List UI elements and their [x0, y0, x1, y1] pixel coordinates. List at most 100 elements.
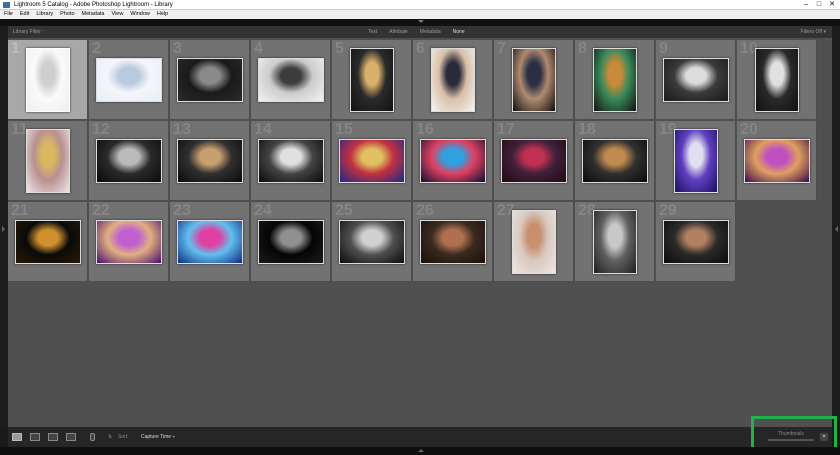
filter-options: Text Attribute Metadata None: [368, 26, 465, 38]
photo-thumbnail[interactable]: [674, 129, 718, 193]
window-title: Lightroom 5 Catalog - Adobe Photoshop Li…: [14, 2, 173, 8]
window-controls: – □ ✕: [800, 0, 838, 10]
photo-thumbnail[interactable]: [258, 58, 324, 102]
photo-index-number: 23: [173, 202, 191, 219]
photo-cell[interactable]: 10: [737, 40, 817, 120]
photo-grid-area[interactable]: 1 2 3 4 5 6 7 8 9 10 11 12 13 14 15 16 17 18 19 20 21 22 23 24 2…: [8, 38, 832, 427]
photo-thumbnail[interactable]: [96, 139, 162, 183]
compare-view-icon[interactable]: [48, 433, 58, 441]
photo-cell[interactable]: 4: [251, 40, 331, 120]
photo-cell[interactable]: 21: [8, 202, 88, 282]
expand-filmstrip-icon[interactable]: [418, 449, 424, 452]
expand-right-panel-icon[interactable]: [835, 226, 838, 232]
photo-thumbnail[interactable]: [663, 58, 729, 102]
menu-metadata[interactable]: Metadata: [82, 10, 105, 19]
filter-metadata[interactable]: Metadata: [420, 26, 441, 38]
photo-thumbnail[interactable]: [501, 139, 567, 183]
filter-attribute[interactable]: Attribute: [389, 26, 408, 38]
photo-thumbnail[interactable]: [96, 220, 162, 264]
photo-cell[interactable]: 1: [8, 40, 88, 120]
bottom-toolbar: ⇅ Sort: Capture Time ÷ Thumbnails ▾: [8, 427, 832, 455]
menu-library[interactable]: Library: [36, 10, 53, 19]
photo-thumbnail[interactable]: [177, 139, 243, 183]
photo-thumbnail[interactable]: [744, 139, 810, 183]
photo-cell[interactable]: 16: [413, 121, 493, 201]
expand-left-panel-icon[interactable]: [2, 226, 5, 232]
photo-cell[interactable]: 24: [251, 202, 331, 282]
menu-edit[interactable]: Edit: [20, 10, 29, 19]
photo-cell[interactable]: 14: [251, 121, 331, 201]
photo-cell[interactable]: 25: [332, 202, 412, 282]
photo-cell[interactable]: 27: [494, 202, 574, 282]
photo-thumbnail[interactable]: [26, 48, 70, 112]
survey-view-icon[interactable]: [66, 433, 76, 441]
photo-thumbnail[interactable]: [339, 220, 405, 264]
photo-cell[interactable]: 6: [413, 40, 493, 120]
photo-thumbnail[interactable]: [431, 48, 475, 112]
photo-cell[interactable]: 9: [656, 40, 736, 120]
right-panel-toggle-strip[interactable]: [832, 26, 840, 427]
photo-cell[interactable]: 17: [494, 121, 574, 201]
close-button[interactable]: ✕: [826, 0, 838, 9]
photo-thumbnail[interactable]: [339, 139, 405, 183]
photo-cell[interactable]: 7: [494, 40, 574, 120]
filter-none[interactable]: None: [453, 26, 465, 38]
filter-preset-dropdown[interactable]: Filters Off ▾: [801, 26, 826, 38]
loupe-view-icon[interactable]: [30, 433, 40, 441]
photo-index-number: 8: [578, 40, 587, 57]
photo-cell[interactable]: 2: [89, 40, 169, 120]
photo-cell[interactable]: 18: [575, 121, 655, 201]
photo-index-number: 18: [578, 121, 596, 138]
photo-thumbnail[interactable]: [96, 58, 162, 102]
photo-cell[interactable]: 3: [170, 40, 250, 120]
photo-index-number: 9: [659, 40, 668, 57]
photo-thumbnail[interactable]: [593, 210, 637, 274]
photo-thumbnail[interactable]: [258, 139, 324, 183]
menu-file[interactable]: File: [4, 10, 13, 19]
photo-cell[interactable]: 20: [737, 121, 817, 201]
photo-cell[interactable]: 15: [332, 121, 412, 201]
grid-view-icon[interactable]: [12, 433, 22, 441]
filter-text[interactable]: Text: [368, 26, 377, 38]
sort-direction-icon[interactable]: ⇅: [108, 433, 112, 441]
photo-thumbnail[interactable]: [420, 220, 486, 264]
photo-cell[interactable]: 29: [656, 202, 736, 282]
photo-cell[interactable]: 13: [170, 121, 250, 201]
photo-cell[interactable]: 26: [413, 202, 493, 282]
photo-thumbnail[interactable]: [593, 48, 637, 112]
photo-thumbnail[interactable]: [582, 139, 648, 183]
photo-thumbnail[interactable]: [663, 220, 729, 264]
photo-cell[interactable]: 22: [89, 202, 169, 282]
photo-cell[interactable]: 12: [89, 121, 169, 201]
photo-cell[interactable]: 23: [170, 202, 250, 282]
lightroom-app-icon: [3, 2, 10, 8]
minimize-button[interactable]: –: [800, 0, 812, 9]
filmstrip-toggle-strip[interactable]: [0, 447, 840, 455]
menu-photo[interactable]: Photo: [60, 10, 74, 19]
photo-cell[interactable]: 11: [8, 121, 88, 201]
photo-thumbnail[interactable]: [258, 220, 324, 264]
photo-thumbnail[interactable]: [15, 220, 81, 264]
sort-value-dropdown[interactable]: Capture Time ÷: [141, 433, 175, 441]
photo-cell[interactable]: 19: [656, 121, 736, 201]
menu-help[interactable]: Help: [157, 10, 168, 19]
photo-thumbnail[interactable]: [512, 210, 556, 274]
photo-thumbnail[interactable]: [350, 48, 394, 112]
maximize-button[interactable]: □: [813, 0, 825, 9]
photo-thumbnail[interactable]: [177, 220, 243, 264]
photo-cell[interactable]: 28: [575, 202, 655, 282]
photo-thumbnail[interactable]: [420, 139, 486, 183]
menu-view[interactable]: View: [111, 10, 123, 19]
photo-cell[interactable]: 5: [332, 40, 412, 120]
painter-icon[interactable]: [90, 433, 95, 441]
photo-cell[interactable]: 8: [575, 40, 655, 120]
photo-thumbnail[interactable]: [512, 48, 556, 112]
collapse-top-panel-icon[interactable]: [418, 20, 424, 23]
window-titlebar: Lightroom 5 Catalog - Adobe Photoshop Li…: [0, 0, 840, 10]
menu-window[interactable]: Window: [130, 10, 150, 19]
photo-thumbnail[interactable]: [177, 58, 243, 102]
photo-thumbnail[interactable]: [26, 129, 70, 193]
top-panel-toggle-strip[interactable]: [0, 19, 840, 26]
photo-thumbnail[interactable]: [755, 48, 799, 112]
left-panel-toggle-strip[interactable]: [0, 26, 8, 427]
